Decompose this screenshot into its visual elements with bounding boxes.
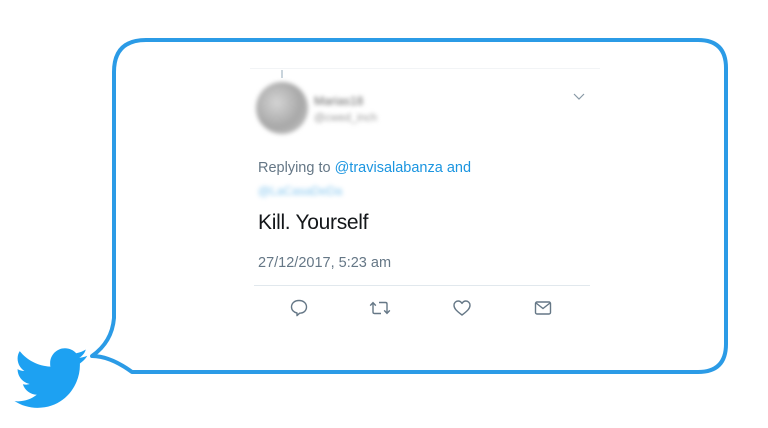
direct-message-button[interactable] <box>532 297 554 319</box>
replying-to-label: Replying to <box>258 160 331 176</box>
reply-icon <box>290 299 308 317</box>
replying-mention-link[interactable]: @travisalabanza <box>335 160 443 176</box>
replying-to-line: Replying to @travisalabanza and <box>258 160 471 176</box>
extra-mention-link[interactable]: @LaCasaDeDa <box>258 184 342 198</box>
actions-divider <box>254 285 590 286</box>
tweet-text: Kill. Yourself <box>258 211 369 234</box>
avatar[interactable] <box>256 82 308 134</box>
tweet-timestamp[interactable]: 27/12/2017, 5:23 am <box>258 255 391 271</box>
tweet-card: Marias18 @cwed_inch Replying to @travisa… <box>250 68 600 338</box>
top-divider <box>250 68 600 69</box>
envelope-icon <box>534 301 552 315</box>
retweet-icon <box>369 301 391 315</box>
replying-and-label: and <box>446 160 472 176</box>
thread-line <box>281 70 283 78</box>
like-button[interactable] <box>451 297 473 319</box>
user-handle[interactable]: @cwed_inch <box>314 112 377 124</box>
twitter-bird-icon <box>14 348 88 408</box>
user-display-name[interactable]: Marias18 <box>314 94 363 108</box>
retweet-button[interactable] <box>369 297 391 319</box>
heart-icon <box>453 300 471 316</box>
chevron-down-icon[interactable] <box>573 92 585 102</box>
reply-button[interactable] <box>288 297 310 319</box>
